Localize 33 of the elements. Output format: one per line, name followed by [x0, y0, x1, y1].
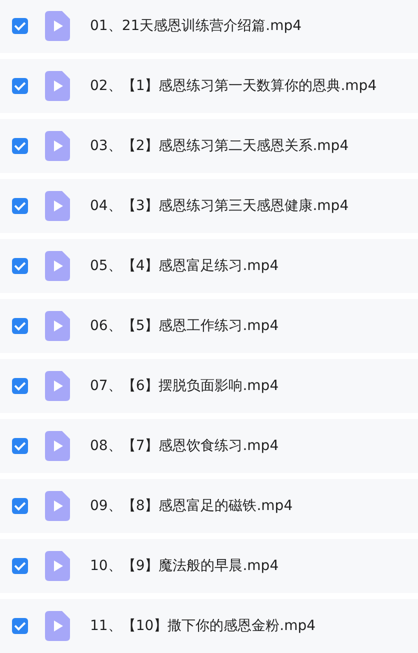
- file-name: 06、【5】感恩工作练习.mp4: [90, 317, 279, 335]
- checkbox[interactable]: [12, 78, 28, 94]
- file-name: 04、【3】感恩练习第三天感恩健康.mp4: [90, 197, 349, 215]
- file-name: 09、【8】感恩富足的磁铁.mp4: [90, 497, 293, 515]
- video-file-icon: [45, 611, 70, 641]
- video-file-icon: [45, 131, 70, 161]
- checkbox[interactable]: [12, 198, 28, 214]
- file-name: 11、【10】撒下你的感恩金粉.mp4: [90, 617, 316, 635]
- checkbox[interactable]: [12, 18, 28, 34]
- video-file-icon: [45, 311, 70, 341]
- checkbox[interactable]: [12, 438, 28, 454]
- video-file-icon: [45, 71, 70, 101]
- file-name: 05、【4】感恩富足练习.mp4: [90, 257, 279, 275]
- checkbox[interactable]: [12, 258, 28, 274]
- file-name: 10、【9】魔法般的早晨.mp4: [90, 557, 279, 575]
- file-name: 08、【7】感恩饮食练习.mp4: [90, 437, 279, 455]
- video-file-icon: [45, 251, 70, 281]
- video-file-icon: [45, 491, 70, 521]
- video-file-icon: [45, 371, 70, 401]
- checkbox[interactable]: [12, 618, 28, 634]
- file-name: 07、【6】摆脱负面影响.mp4: [90, 377, 279, 395]
- video-file-icon: [45, 431, 70, 461]
- video-file-icon: [45, 191, 70, 221]
- video-file-icon: [45, 11, 70, 41]
- file-name: 02、【1】感恩练习第一天数算你的恩典.mp4: [90, 77, 377, 95]
- file-name: 03、【2】感恩练习第二天感恩关系.mp4: [90, 137, 349, 155]
- checkbox[interactable]: [12, 498, 28, 514]
- video-file-icon: [45, 551, 70, 581]
- checkbox[interactable]: [12, 558, 28, 574]
- file-name: 01、21天感恩训练营介绍篇.mp4: [90, 17, 302, 35]
- checkbox[interactable]: [12, 318, 28, 334]
- checkbox[interactable]: [12, 378, 28, 394]
- checkbox[interactable]: [12, 138, 28, 154]
